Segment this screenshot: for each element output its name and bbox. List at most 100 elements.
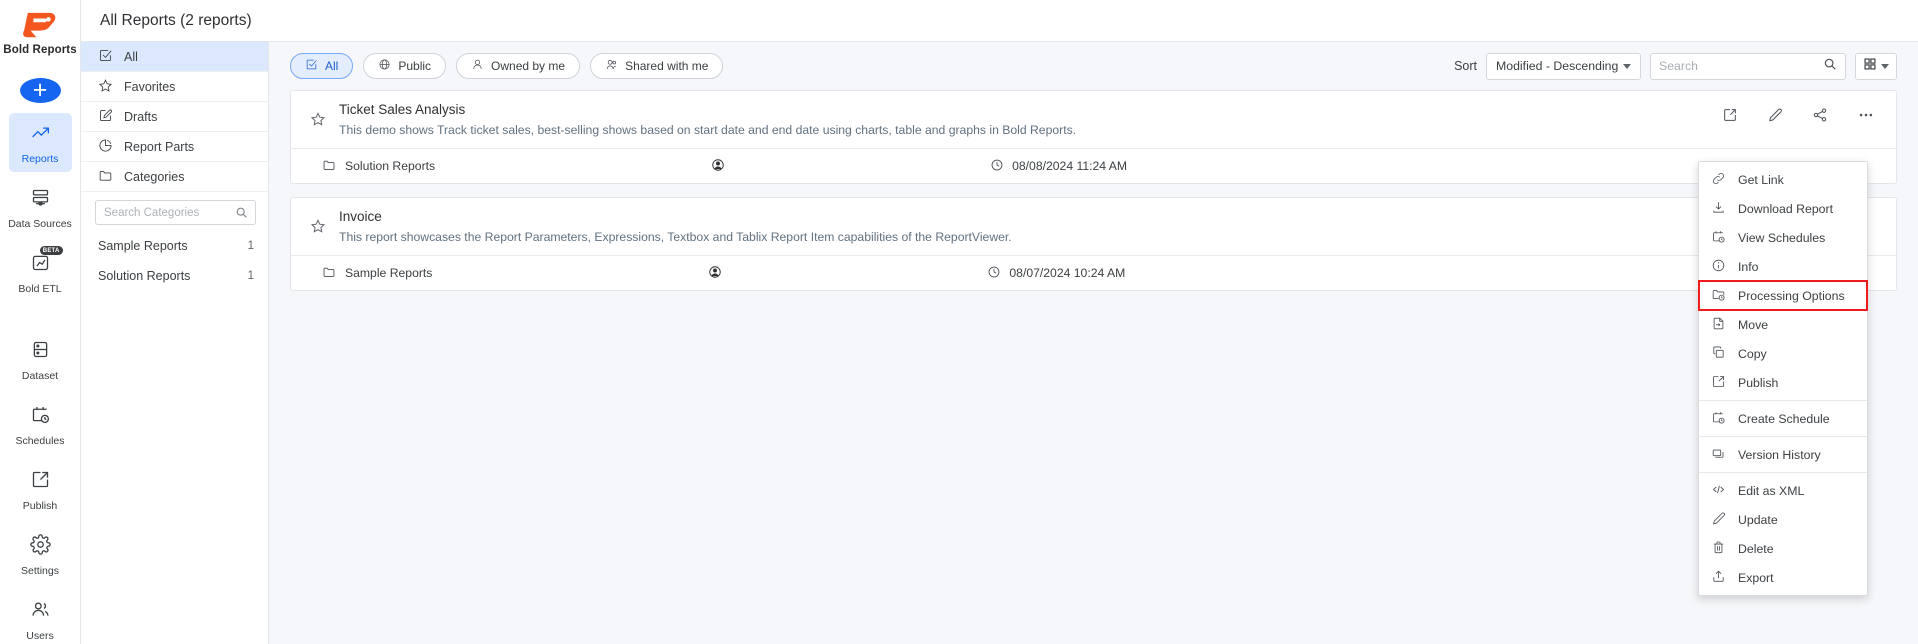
clock-icon <box>987 265 1001 282</box>
menu-label: Update <box>1738 512 1778 527</box>
menu-label: Create Schedule <box>1738 411 1830 426</box>
chip-label-all: All <box>325 59 339 73</box>
nav-item-drafts[interactable]: Drafts <box>81 102 268 132</box>
favorite-star-icon[interactable] <box>305 209 339 239</box>
add-new-button[interactable]: + <box>19 78 61 103</box>
gear-icon <box>29 534 51 560</box>
menu-item-info[interactable]: Info <box>1699 252 1867 281</box>
sidebar-item-settings[interactable]: Settings <box>9 525 72 584</box>
view-mode-toggle[interactable] <box>1855 52 1897 80</box>
report-owner <box>711 158 733 175</box>
menu-item-download-report[interactable]: Download Report <box>1699 194 1867 223</box>
report-category: Sample Reports <box>322 265 432 282</box>
nav-label-categories: Categories <box>124 169 185 184</box>
sort-label: Sort <box>1454 59 1477 73</box>
sidebar-label-users: Users <box>26 630 54 642</box>
menu-item-publish[interactable]: Publish <box>1699 368 1867 397</box>
report-category-label: Solution Reports <box>345 159 436 173</box>
sidebar-item-data-sources[interactable]: Data Sources <box>8 178 72 237</box>
report-modified-date: 08/07/2024 10:24 AM <box>987 265 1125 282</box>
menu-label: Download Report <box>1738 201 1834 216</box>
menu-label: Info <box>1738 259 1759 274</box>
filter-chip-owned-by-me[interactable]: Owned by me <box>456 53 581 79</box>
report-title[interactable]: Ticket Sales Analysis <box>339 102 1702 117</box>
nav-item-favorites[interactable]: Favorites <box>81 72 268 102</box>
publish-icon <box>30 469 51 495</box>
sidebar-label-publish: Publish <box>22 500 58 512</box>
menu-label: Edit as XML <box>1738 483 1805 498</box>
menu-item-update[interactable]: Update <box>1699 505 1867 534</box>
sidebar-item-users[interactable]: Users <box>9 590 72 644</box>
menu-item-version-history[interactable]: Version History <box>1699 440 1867 469</box>
search-categories-input[interactable] <box>96 206 255 219</box>
menu-separator <box>1699 400 1867 401</box>
report-modified-date: 08/08/2024 11:24 AM <box>990 158 1127 175</box>
sidebar-item-publish[interactable]: Publish <box>9 460 72 519</box>
edit-pencil-icon <box>1711 511 1726 529</box>
category-item-solution-reports[interactable]: Solution Reports 1 <box>81 261 268 291</box>
menu-item-create-schedule[interactable]: Create Schedule <box>1699 404 1867 433</box>
report-description: This demo shows Track ticket sales, best… <box>339 123 1077 137</box>
calendar-clock-icon <box>1711 229 1726 247</box>
report-category-label: Sample Reports <box>345 266 433 280</box>
sidebar-item-reports[interactable]: Reports <box>8 113 72 172</box>
menu-item-copy[interactable]: Copy <box>1699 339 1867 368</box>
menu-item-delete[interactable]: Delete <box>1699 534 1867 563</box>
more-options-icon[interactable] <box>1857 106 1875 124</box>
trending-up-icon <box>30 122 51 148</box>
edit-pencil-icon[interactable] <box>1767 107 1783 123</box>
nav-label-all: All <box>124 49 138 64</box>
app-root: Bold Reports + Reports Data Sources BETA… <box>0 0 1918 644</box>
filter-chip-public[interactable]: Public <box>363 53 447 79</box>
menu-separator <box>1699 472 1867 473</box>
chip-label-shared-with-me: Shared with me <box>625 59 709 73</box>
nav-item-report-parts[interactable]: Report Parts <box>81 132 268 162</box>
menu-label: View Schedules <box>1738 230 1826 245</box>
report-description: This report showcases the Report Paramet… <box>339 230 1012 244</box>
sidebar-item-schedules[interactable]: Schedules <box>9 395 72 454</box>
nav-item-all[interactable]: All <box>81 42 268 72</box>
dataset-icon <box>30 339 51 365</box>
grid-view-icon <box>1863 57 1877 76</box>
category-item-sample-reports[interactable]: Sample Reports 1 <box>81 231 268 261</box>
folder-icon <box>322 158 336 175</box>
report-category: Solution Reports <box>322 158 435 175</box>
menu-item-view-schedules[interactable]: View Schedules <box>1699 223 1867 252</box>
link-icon <box>1711 171 1726 189</box>
nav-label-drafts: Drafts <box>124 109 158 124</box>
favorite-star-icon[interactable] <box>305 102 339 132</box>
content-area: All Reports (2 reports) All Favorites Dr… <box>81 0 1918 644</box>
menu-item-edit-as-xml[interactable]: Edit as XML <box>1699 476 1867 505</box>
report-card-actions <box>1702 102 1882 124</box>
menu-item-get-link[interactable]: Get Link <box>1699 165 1867 194</box>
brand: Bold Reports <box>3 0 77 56</box>
menu-item-move[interactable]: Move <box>1699 310 1867 339</box>
folder-icon <box>98 168 113 186</box>
filter-chip-shared-with-me[interactable]: Shared with me <box>590 53 724 79</box>
filter-chip-all[interactable]: All <box>290 53 354 79</box>
sidebar-item-dataset[interactable]: Dataset <box>9 330 72 389</box>
search-input[interactable] <box>1659 59 1823 73</box>
menu-label: Publish <box>1738 375 1779 390</box>
draft-pencil-icon <box>98 108 113 126</box>
sidebar-label-data-sources: Data Sources <box>8 218 72 230</box>
menu-item-processing-options[interactable]: Processing Options <box>1698 280 1868 311</box>
share-icon[interactable] <box>1812 107 1828 123</box>
report-card-text: Ticket Sales Analysis This demo shows Tr… <box>339 102 1702 137</box>
category-count: 1 <box>247 270 254 282</box>
menu-item-export[interactable]: Export <box>1699 563 1867 592</box>
copy-icon <box>1711 345 1726 363</box>
download-icon <box>1711 200 1726 218</box>
sort-select[interactable]: Modified - Descending <box>1486 52 1641 80</box>
sidebar-item-bold-etl[interactable]: BETA Bold ETL <box>9 243 72 302</box>
open-external-icon[interactable] <box>1722 107 1738 123</box>
brand-label: Bold Reports <box>3 44 77 56</box>
category-label: Sample Reports <box>98 239 188 253</box>
nav-item-categories[interactable]: Categories <box>81 162 268 192</box>
sidebar-label-settings: Settings <box>21 565 59 577</box>
report-card-footer: Solution Reports 08/08/2024 11:24 AM <box>291 148 1896 183</box>
menu-label: Version History <box>1738 447 1821 462</box>
report-title[interactable]: Invoice <box>339 209 1882 224</box>
filter-toolbar: All Public Owned by me Shared with me So… <box>269 42 1918 90</box>
users-icon <box>30 599 51 625</box>
